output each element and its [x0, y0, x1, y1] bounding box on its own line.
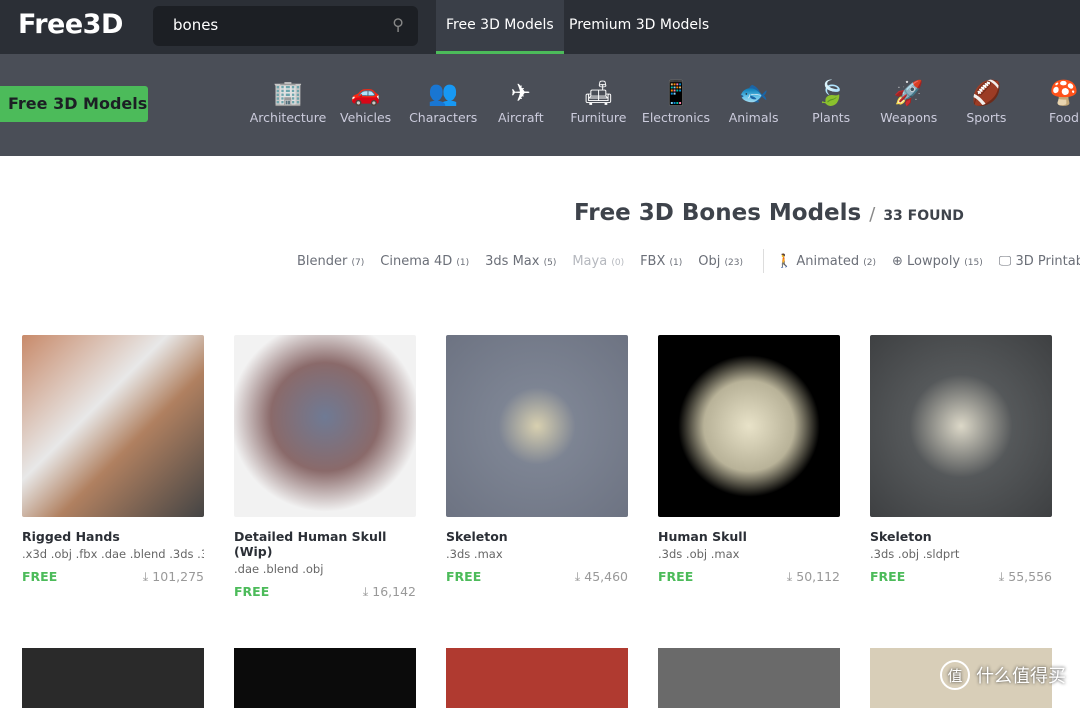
tag-animated[interactable]: 🚶 Animated (2) — [776, 254, 876, 269]
plane-icon: ✈ — [510, 79, 531, 107]
download-icon: ⤓ — [786, 569, 793, 584]
category-animals[interactable]: 🐟 Animals — [715, 78, 793, 125]
category-architecture[interactable]: 🏢 Architecture — [249, 78, 327, 125]
model-thumbnail[interactable] — [446, 648, 628, 708]
leaf-icon: 🍃 — [816, 79, 847, 107]
building-icon: 🏢 — [273, 79, 303, 107]
divider — [763, 249, 765, 273]
category-food[interactable]: 🍄 Food — [1025, 78, 1080, 125]
car-icon: 🚗 — [350, 79, 381, 107]
category-aircraft[interactable]: ✈ Aircraft — [482, 78, 560, 125]
filter-obj[interactable]: Obj (23) — [698, 254, 743, 269]
model-formats: .dae .blend .obj — [234, 562, 324, 576]
search-box[interactable]: ⚲ — [153, 6, 418, 46]
category-label: Animals — [728, 110, 779, 125]
model-thumbnail[interactable] — [446, 335, 628, 517]
category-characters[interactable]: 👥 Characters — [404, 78, 482, 125]
tab-free-3d-models[interactable]: Free 3D Models — [436, 0, 564, 54]
download-count: ⤓ 101,275 — [142, 569, 204, 584]
model-title[interactable]: Skeleton — [446, 529, 628, 544]
model-title[interactable]: Human Skull — [658, 529, 840, 544]
tab-premium-3d-models[interactable]: Premium 3D Models — [559, 0, 719, 54]
category-vehicles[interactable]: 🚗 Vehicles — [327, 78, 405, 125]
category-weapons[interactable]: 🚀 Weapons — [870, 78, 948, 125]
category-label: Characters — [409, 110, 478, 125]
top-bar: Free3D ⚲ Free 3D Models Premium 3D Model… — [0, 0, 1080, 54]
download-count: ⤓ 55,556 — [998, 569, 1052, 584]
football-icon: 🏈 — [971, 79, 1002, 107]
search-input[interactable] — [173, 16, 373, 34]
model-formats: .3ds .max — [446, 547, 503, 561]
category-label: Sports — [966, 110, 1007, 125]
model-thumbnail[interactable] — [22, 648, 204, 708]
model-thumbnail[interactable] — [658, 648, 840, 708]
printer-icon: 🖵 — [998, 253, 1012, 269]
search-icon[interactable]: ⚲ — [392, 15, 404, 34]
page-title: Free 3D Bones Models/33 FOUND — [574, 200, 964, 226]
people-icon: 👥 — [428, 79, 459, 107]
model-title[interactable]: Detailed Human Skull (Wip) — [234, 529, 416, 559]
food-icon: 🍄 — [1049, 79, 1079, 107]
category-bar: Free 3D Models 🏢 Architecture 🚗 Vehicles 👥 Ch… — [0, 54, 1080, 156]
logo[interactable]: Free3D — [18, 9, 123, 40]
filter-fbx[interactable]: FBX (1) — [640, 254, 682, 269]
download-icon: ⤓ — [142, 569, 149, 584]
watermark-logo: 值什么值得买 — [940, 660, 1066, 690]
sofa-icon: 🛋 — [583, 79, 614, 107]
category-label: Food — [1049, 110, 1079, 125]
model-thumbnail[interactable] — [234, 335, 416, 517]
price-badge: FREE — [658, 569, 694, 584]
model-card[interactable]: Skeleton .3ds .obj .sldprt FREE ⤓ 55,556 — [870, 335, 1052, 585]
filter-bar: Blender (7) Cinema 4D (1) 3ds Max (5) Maya … — [297, 249, 1080, 273]
category-label: Vehicles — [339, 110, 392, 125]
model-formats: .x3d .obj .fbx .dae .blend .3ds .3d... — [22, 547, 204, 561]
category-plants[interactable]: 🍃 Plants — [792, 78, 870, 125]
model-formats: .3ds .obj .max — [658, 547, 740, 561]
rocket-icon: 🚀 — [893, 79, 924, 107]
filter-maya[interactable]: Maya (0) — [572, 254, 624, 269]
model-formats: .3ds .obj .sldprt — [870, 547, 960, 561]
tag-lowpoly[interactable]: ⊕ Lowpoly (15) — [892, 254, 983, 269]
download-count: ⤓ 50,112 — [786, 569, 840, 584]
download-count: ⤓ 16,142 — [362, 584, 416, 599]
category-label: Aircraft — [497, 110, 544, 125]
filter-blender[interactable]: Blender (7) — [297, 254, 364, 269]
model-thumbnail[interactable] — [870, 335, 1052, 517]
category-sports[interactable]: 🏈 Sports — [947, 78, 1025, 125]
globe-icon: ⊕ — [891, 253, 903, 269]
download-count: ⤓ 45,460 — [574, 569, 628, 584]
model-title[interactable]: Rigged Hands — [22, 529, 204, 544]
result-count: 33 FOUND — [883, 208, 964, 224]
price-badge: FREE — [22, 569, 58, 584]
model-card[interactable]: Skeleton .3ds .max FREE ⤓ 45,460 — [446, 335, 628, 585]
category-furniture[interactable]: 🛋 Furniture — [559, 78, 637, 125]
phone-icon: 📱 — [661, 79, 691, 107]
model-card[interactable]: Rigged Hands .x3d .obj .fbx .dae .blend … — [22, 335, 204, 585]
filter-cinema-4d[interactable]: Cinema 4D (1) — [380, 254, 469, 269]
model-title[interactable]: Skeleton — [870, 529, 1052, 544]
model-thumbnail[interactable] — [658, 335, 840, 517]
filter-3ds-max[interactable]: 3ds Max (5) — [485, 254, 556, 269]
model-thumbnail[interactable] — [22, 335, 204, 517]
download-icon: ⤓ — [998, 569, 1005, 584]
price-badge: FREE — [870, 569, 906, 584]
category-label: Furniture — [570, 110, 627, 125]
category-electronics[interactable]: 📱 Electronics — [637, 78, 715, 125]
download-icon: ⤓ — [362, 584, 369, 599]
price-badge: FREE — [234, 584, 270, 599]
walking-icon: 🚶 — [776, 253, 793, 269]
category-label: Electronics — [641, 110, 711, 125]
model-thumbnail[interactable] — [234, 648, 416, 708]
free-3d-models-button[interactable]: Free 3D Models — [0, 86, 148, 122]
category-label: Weapons — [880, 110, 938, 125]
model-card[interactable]: Human Skull .3ds .obj .max FREE ⤓ 50,112 — [658, 335, 840, 585]
price-badge: FREE — [446, 569, 482, 584]
category-label: Plants — [812, 110, 851, 125]
model-card[interactable]: Detailed Human Skull (Wip) .dae .blend .… — [234, 335, 416, 600]
fish-icon: 🐟 — [738, 79, 769, 107]
download-icon: ⤓ — [574, 569, 581, 584]
tag-3d-printable[interactable]: 🖵 3D Printable — [999, 254, 1080, 269]
category-label: Architecture — [249, 110, 327, 125]
